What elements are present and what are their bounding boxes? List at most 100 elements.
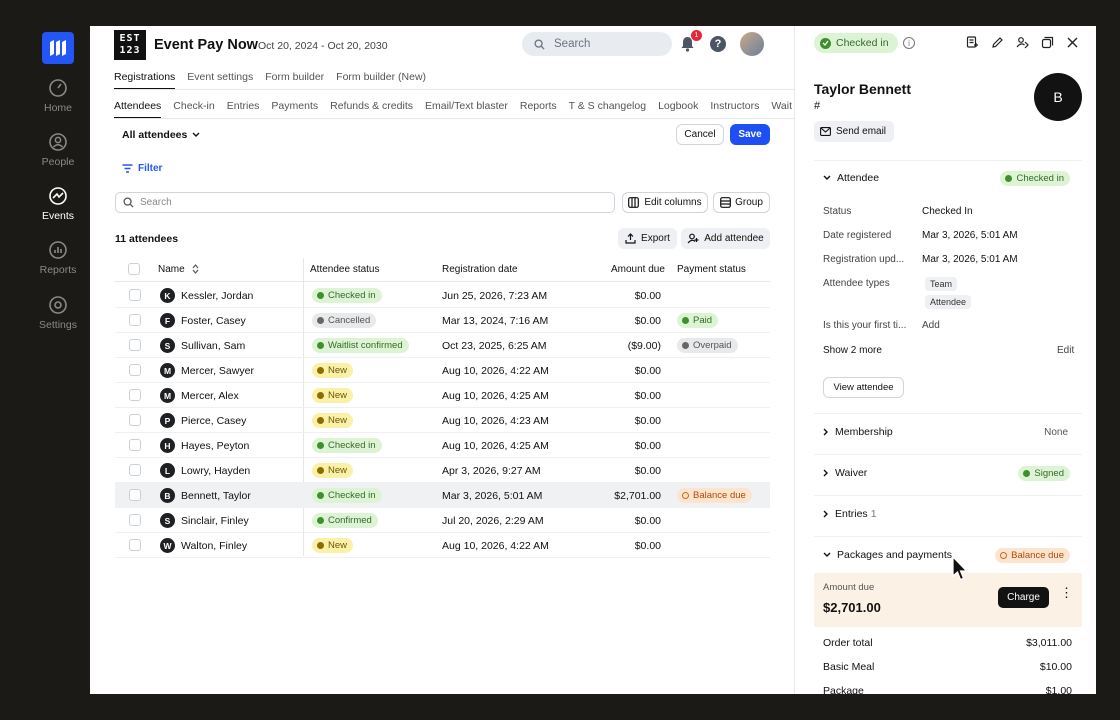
column-header-payment[interactable]: Payment status	[677, 264, 746, 275]
tab-form-builder-new[interactable]: Form builder (New)	[336, 71, 426, 90]
send-email-button[interactable]: Send email	[814, 121, 895, 142]
attendee-section-toggle[interactable]: Attendee	[823, 172, 879, 184]
nav-item-reports[interactable]: Reports	[26, 240, 90, 276]
status-dot	[317, 467, 324, 474]
tab-refunds[interactable]: Refunds & credits	[330, 100, 413, 119]
row-checkbox[interactable]	[129, 314, 141, 326]
packages-toggle[interactable]: Packages and payments	[823, 549, 952, 561]
app-logo[interactable]	[42, 32, 74, 64]
group-button[interactable]: Group	[713, 192, 770, 213]
table-row[interactable]: S Sinclair, Finley Confirmed Jul 20, 2026, …	[115, 508, 770, 533]
pencil-icon[interactable]	[991, 36, 1004, 49]
more-options-icon[interactable]: ⋮	[1060, 586, 1073, 599]
tab-instructors[interactable]: Instructors	[710, 100, 759, 119]
show-more-link[interactable]: Show 2 more	[823, 345, 882, 356]
nav-label: Settings	[39, 319, 77, 331]
add-answer-link[interactable]: Add	[922, 320, 940, 331]
membership-section[interactable]: Membership None	[814, 413, 1082, 453]
edit-link[interactable]: Edit	[1057, 345, 1074, 356]
column-header-name[interactable]: Name	[158, 264, 199, 275]
tab-form-builder[interactable]: Form builder	[265, 71, 324, 90]
tab-reports[interactable]: Reports	[520, 100, 557, 119]
select-all-checkbox[interactable]	[128, 263, 140, 275]
row-checkbox[interactable]	[129, 439, 141, 451]
tab-waitlist[interactable]: Wait	[771, 100, 792, 119]
charge-button[interactable]: Charge	[998, 587, 1049, 608]
global-search-input[interactable]: Search	[522, 32, 672, 56]
tab-email-blaster[interactable]: Email/Text blaster	[425, 100, 508, 119]
membership-toggle[interactable]: Membership	[823, 426, 893, 438]
edit-columns-button[interactable]: Edit columns	[622, 192, 708, 213]
row-name[interactable]: Kessler, Jordan	[181, 290, 253, 302]
tab-attendees[interactable]: Attendees	[114, 100, 162, 119]
table-row[interactable]: F Foster, Casey Cancelled Mar 13, 2024, 7:1…	[115, 308, 770, 333]
tab-logbook[interactable]: Logbook	[658, 100, 698, 119]
packages-section[interactable]: Packages and payments Balance due	[814, 536, 1082, 573]
tab-entries[interactable]: Entries	[227, 100, 260, 119]
filter-button[interactable]: Filter	[122, 163, 162, 174]
table-row[interactable]: W Walton, Finley New Aug 10, 2026, 4:22 AM $…	[115, 533, 770, 558]
column-header-date[interactable]: Registration date	[442, 264, 518, 275]
tab-payments[interactable]: Payments	[271, 100, 318, 119]
add-user-icon	[687, 233, 699, 244]
tab-check-in[interactable]: Check-in	[173, 100, 214, 119]
row-checkbox[interactable]	[129, 514, 141, 526]
row-checkbox[interactable]	[129, 414, 141, 426]
row-checkbox[interactable]	[129, 289, 141, 301]
row-name[interactable]: Walton, Finley	[181, 540, 247, 552]
row-name[interactable]: Foster, Casey	[181, 315, 246, 327]
row-name[interactable]: Pierce, Casey	[181, 415, 246, 427]
tab-registrations[interactable]: Registrations	[114, 71, 176, 90]
entries-section[interactable]: Entries 1	[814, 495, 1082, 535]
row-name[interactable]: Bennett, Taylor	[181, 490, 251, 502]
nav-item-events[interactable]: Events	[26, 186, 90, 222]
nav-item-home[interactable]: Home	[26, 78, 90, 114]
help-icon[interactable]: ?	[710, 36, 726, 52]
row-checkbox[interactable]	[129, 339, 141, 351]
table-row[interactable]: H Hayes, Peyton Checked in Aug 10, 2026, 4:…	[115, 433, 770, 458]
receipt-icon[interactable]	[966, 36, 979, 49]
row-checkbox[interactable]	[129, 539, 141, 551]
nav-item-settings[interactable]: Settings	[26, 295, 90, 331]
table-row[interactable]: P Pierce, Casey New Aug 10, 2026, 4:23 AM $0…	[115, 408, 770, 433]
table-row[interactable]: L Lowry, Hayden New Apr 3, 2026, 9:27 AM $0.…	[115, 458, 770, 483]
info-icon[interactable]: i	[903, 37, 915, 49]
column-header-amount[interactable]: Amount due	[611, 264, 665, 275]
table-row[interactable]: M Mercer, Alex New Aug 10, 2026, 4:25 AM $0.…	[115, 383, 770, 408]
attendee-search-input[interactable]: Search	[115, 192, 615, 213]
main-area: EST 123 Event Pay Now Oct 20, 2024 - Oct …	[90, 26, 794, 694]
row-checkbox[interactable]	[129, 464, 141, 476]
waiver-section[interactable]: Waiver Signed	[814, 454, 1082, 494]
save-button[interactable]: Save	[730, 124, 770, 145]
entries-toggle[interactable]: Entries 1	[823, 508, 877, 520]
view-attendee-button[interactable]: View attendee	[823, 377, 904, 398]
table-row[interactable]: S Sullivan, Sam Waitlist confirmed Oct 23, …	[115, 333, 770, 358]
table-row[interactable]: K Kessler, Jordan Checked in Jun 25, 2026, …	[115, 283, 770, 308]
total-label: Order total	[823, 637, 873, 649]
row-name[interactable]: Mercer, Sawyer	[181, 365, 254, 377]
column-header-status[interactable]: Attendee status	[310, 264, 380, 275]
duplicate-icon[interactable]	[1041, 36, 1054, 49]
table-row[interactable]: B Bennett, Taylor Checked in Mar 3, 2026, 5…	[115, 483, 770, 508]
nav-item-people[interactable]: People	[26, 132, 90, 168]
tab-event-settings[interactable]: Event settings	[187, 71, 253, 90]
close-icon[interactable]	[1066, 36, 1079, 49]
view-selector[interactable]: All attendees	[122, 129, 200, 141]
tab-changelog[interactable]: T & S changelog	[569, 100, 646, 119]
user-avatar[interactable]	[740, 32, 764, 56]
transfer-user-icon[interactable]	[1016, 36, 1029, 49]
waiver-toggle[interactable]: Waiver	[823, 467, 867, 479]
row-name[interactable]: Hayes, Peyton	[181, 440, 249, 452]
row-name[interactable]: Mercer, Alex	[181, 390, 239, 402]
row-name[interactable]: Lowry, Hayden	[181, 465, 250, 477]
row-checkbox[interactable]	[129, 489, 141, 501]
cancel-button[interactable]: Cancel	[676, 124, 724, 145]
sort-icon[interactable]	[192, 264, 199, 275]
row-name[interactable]: Sinclair, Finley	[181, 515, 249, 527]
row-name[interactable]: Sullivan, Sam	[181, 340, 245, 352]
row-checkbox[interactable]	[129, 364, 141, 376]
export-button[interactable]: Export	[618, 228, 677, 249]
row-checkbox[interactable]	[129, 389, 141, 401]
add-attendee-button[interactable]: Add attendee	[681, 228, 770, 249]
table-row[interactable]: M Mercer, Sawyer New Aug 10, 2026, 4:22 AM $…	[115, 358, 770, 383]
